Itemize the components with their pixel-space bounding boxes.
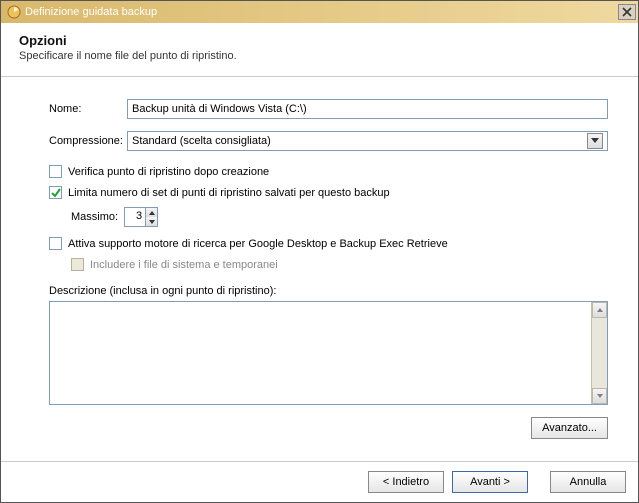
description-textarea[interactable] <box>50 302 591 404</box>
app-icon <box>7 5 21 19</box>
name-input[interactable] <box>127 99 608 119</box>
spinner-down[interactable] <box>146 217 157 226</box>
compression-row: Compressione: Standard (scelta consiglia… <box>49 131 608 151</box>
chevron-up-icon <box>597 308 603 312</box>
wizard-footer: < Indietro Avanti > Annulla <box>1 461 638 502</box>
textarea-scrollbar[interactable] <box>591 302 607 404</box>
chevron-down-icon <box>149 220 155 224</box>
close-icon <box>621 6 633 18</box>
scroll-track[interactable] <box>592 318 607 388</box>
max-spinner[interactable]: 3 <box>124 207 158 227</box>
titlebar: Definizione guidata backup <box>1 1 638 23</box>
description-field-wrap <box>49 301 608 405</box>
chevron-down-icon <box>591 138 599 144</box>
spinner-up[interactable] <box>146 208 157 217</box>
limit-checkbox[interactable] <box>49 186 62 199</box>
wizard-content: Nome: Compressione: Standard (scelta con… <box>1 77 638 461</box>
search-engine-checkbox[interactable] <box>49 237 62 250</box>
include-system-checkbox <box>71 258 84 271</box>
back-button[interactable]: < Indietro <box>368 471 444 493</box>
name-row: Nome: <box>49 99 608 119</box>
search-engine-label: Attiva supporto motore di ricerca per Go… <box>68 238 448 250</box>
page-title: Opzioni <box>19 33 620 48</box>
advanced-button[interactable]: Avanzato... <box>531 417 608 439</box>
advanced-row: Avanzato... <box>49 417 608 439</box>
scroll-up[interactable] <box>592 302 607 318</box>
max-value: 3 <box>125 208 145 226</box>
verify-row: Verifica punto di ripristino dopo creazi… <box>49 165 608 178</box>
chevron-down-icon <box>597 394 603 398</box>
description-label: Descrizione (inclusa in ogni punto di ri… <box>49 285 608 297</box>
compression-select[interactable]: Standard (scelta consigliata) <box>127 131 608 151</box>
name-label: Nome: <box>49 103 127 115</box>
compression-value: Standard (scelta consigliata) <box>132 135 587 147</box>
scroll-down[interactable] <box>592 388 607 404</box>
search-engine-row: Attiva supporto motore di ricerca per Go… <box>49 237 608 250</box>
wizard-window: Definizione guidata backup Opzioni Speci… <box>0 0 639 503</box>
wizard-header: Opzioni Specificare il nome file del pun… <box>1 23 638 77</box>
page-subtitle: Specificare il nome file del punto di ri… <box>19 50 620 62</box>
verify-checkbox[interactable] <box>49 165 62 178</box>
window-title: Definizione guidata backup <box>25 6 618 18</box>
chevron-up-icon <box>149 211 155 215</box>
dropdown-button[interactable] <box>587 133 603 149</box>
include-system-label: Includere i file di sistema e temporanei <box>90 259 278 271</box>
compression-label: Compressione: <box>49 135 127 147</box>
next-button[interactable]: Avanti > <box>452 471 528 493</box>
verify-label: Verifica punto di ripristino dopo creazi… <box>68 166 269 178</box>
include-system-row: Includere i file di sistema e temporanei <box>71 258 608 271</box>
cancel-button[interactable]: Annulla <box>550 471 626 493</box>
limit-row: Limita numero di set di punti di riprist… <box>49 186 608 199</box>
limit-label: Limita numero di set di punti di riprist… <box>68 187 390 199</box>
max-label: Massimo: <box>71 211 118 223</box>
max-row: Massimo: 3 <box>71 207 608 227</box>
close-button[interactable] <box>618 4 636 20</box>
